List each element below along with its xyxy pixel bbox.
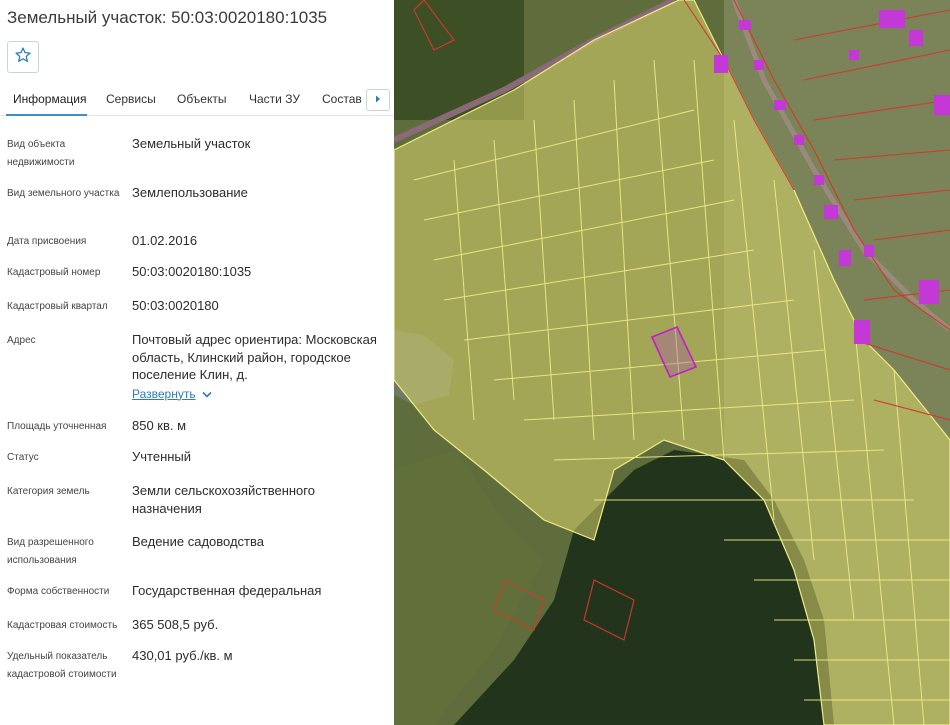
field-value-wrap: Почтовый адрес ориентира: Московская обл… (132, 331, 382, 403)
field-label: Вид объекта недвижимости (7, 139, 75, 168)
tab-composition[interactable]: Состав ЕЗП (322, 92, 366, 106)
field-value: Земли сельскохозяйственного назначения (132, 483, 315, 516)
cadastral-map[interactable] (394, 0, 950, 725)
field-value: Ведение садоводства (132, 534, 264, 549)
next-tab-button[interactable] (366, 89, 390, 111)
field-value: Государственная федеральная (132, 583, 322, 598)
info-panel: Земельный участок: 50:03:0020180:1035 Ин… (0, 0, 394, 725)
favorite-button[interactable] (7, 41, 39, 73)
field-value: Землепользование (132, 185, 248, 200)
field-value: 850 кв. м (132, 418, 187, 433)
chevron-right-icon (374, 91, 382, 109)
map-canvas (394, 0, 950, 725)
page-title: Земельный участок: 50:03:0020180:1035 (7, 8, 328, 27)
tab-information[interactable]: Информация (13, 92, 86, 106)
tab-parts[interactable]: Части ЗУ (249, 92, 300, 106)
expand-label: Развернуть (132, 386, 196, 401)
tab-services[interactable]: Сервисы (106, 92, 156, 106)
address-text: Почтовый адрес ориентира: Московская обл… (132, 332, 377, 382)
field-label: Площадь уточненная (7, 421, 107, 432)
field-value: Земельный участок (132, 136, 251, 151)
field-label: Адрес (7, 335, 36, 346)
chevron-down-icon (202, 386, 212, 404)
field-label: Кадастровый номер (7, 267, 101, 278)
field-label: Дата присвоения (7, 236, 87, 247)
field-label: Вид земельного участка (7, 188, 120, 199)
star-icon (14, 46, 32, 69)
field-value: 365 508,5 руб. (132, 617, 219, 632)
expand-address-link[interactable]: Развернуть (132, 386, 212, 404)
field-value: 01.02.2016 (132, 233, 198, 248)
tab-objects[interactable]: Объекты (177, 92, 227, 106)
field-label: Кадастровая стоимость (7, 620, 118, 631)
field-label: Форма собственности (7, 586, 110, 597)
tab-bar: Информация Сервисы Объекты Части ЗУ Сост… (0, 84, 394, 116)
field-value: 50:03:0020180:1035 (132, 264, 252, 279)
field-value: Учтенный (132, 449, 192, 464)
field-label: Категория земель (7, 486, 90, 497)
field-label: Удельный показатель кадастровой стоимост… (7, 651, 117, 680)
field-label: Статус (7, 452, 39, 463)
field-value: 430,01 руб./кв. м (132, 648, 233, 663)
field-value: 50:03:0020180 (132, 298, 219, 313)
field-label: Кадастровый квартал (7, 301, 108, 312)
field-label: Вид разрешенного использования (7, 537, 94, 566)
active-tab-indicator (6, 114, 87, 116)
